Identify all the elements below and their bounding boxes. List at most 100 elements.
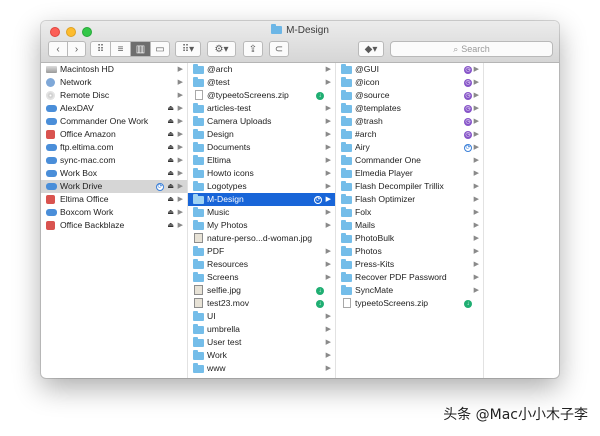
sidebar-item-boxcom-work[interactable]: Boxcom Work ⏏ ▶	[41, 206, 187, 219]
eject-icon[interactable]: ⏏	[167, 180, 174, 193]
list-item-icon[interactable]: @icon ◷ ▶	[336, 76, 483, 89]
list-item-resources[interactable]: Resources ▶	[188, 258, 335, 271]
eject-icon[interactable]: ⏏	[167, 128, 174, 141]
list-item-ui[interactable]: UI ▶	[188, 310, 335, 323]
list-item-airy[interactable]: Airy ⟳ ▶	[336, 141, 483, 154]
list-item-source[interactable]: @source ◷ ▶	[336, 89, 483, 102]
action-button[interactable]: ⚙▾	[207, 41, 236, 57]
app-icon	[46, 221, 55, 230]
list-item-recover-pdf-password[interactable]: Recover PDF Password ▶	[336, 271, 483, 284]
list-item-trash[interactable]: @trash ◷ ▶	[336, 115, 483, 128]
eject-icon[interactable]: ⏏	[167, 102, 174, 115]
list-item-www[interactable]: www ▶	[188, 362, 335, 375]
download-status-icon: ↓	[464, 299, 472, 308]
sidebar-item-remote-disc[interactable]: Remote Disc ▶	[41, 89, 187, 102]
list-view-button[interactable]: ≡	[110, 41, 130, 57]
icon-view-button[interactable]: ⠿	[90, 41, 110, 57]
sidebar-item-commander-one-work[interactable]: Commander One Work ⏏ ▶	[41, 115, 187, 128]
eject-icon[interactable]: ⏏	[167, 141, 174, 154]
sidebar-item-ftp-eltima-com[interactable]: ftp.eltima.com ⏏ ▶	[41, 141, 187, 154]
list-item-music[interactable]: Music ▶	[188, 206, 335, 219]
sidebar-item-macintosh-hd[interactable]: Macintosh HD ▶	[41, 63, 187, 76]
list-item-gui[interactable]: @GUI ◷ ▶	[336, 63, 483, 76]
eject-icon[interactable]: ⏏	[167, 154, 174, 167]
share-button[interactable]: ⇪	[243, 41, 263, 57]
list-item-howto-icons[interactable]: Howto icons ▶	[188, 167, 335, 180]
folder-icon	[341, 259, 352, 269]
sidebar-item-alexdav[interactable]: AlexDAV ⏏ ▶	[41, 102, 187, 115]
list-item-typeetoscreens-zip[interactable]: @typeetoScreens.zip ↓	[188, 89, 335, 102]
disclosure-arrow-icon: ▶	[177, 196, 183, 203]
sidebar-item-work-box[interactable]: Work Box ⏏ ▶	[41, 167, 187, 180]
list-item-commander-one[interactable]: Commander One ▶	[336, 154, 483, 167]
folder-icon	[341, 168, 352, 178]
disclosure-arrow-icon: ▶	[177, 157, 183, 164]
list-item-design[interactable]: Design ▶	[188, 128, 335, 141]
list-item-test[interactable]: @test ▶	[188, 76, 335, 89]
list-item-selfie-jpg[interactable]: selfie.jpg ↓	[188, 284, 335, 297]
item-label: UI	[207, 311, 216, 321]
sidebar-item-eltima-office[interactable]: Eltima Office ⏏ ▶	[41, 193, 187, 206]
sidebar-item-office-amazon[interactable]: Office Amazon ⏏ ▶	[41, 128, 187, 141]
tags-button[interactable]: ⊂	[269, 41, 289, 57]
folder-icon	[341, 64, 352, 74]
list-item-camera-uploads[interactable]: Camera Uploads ▶	[188, 115, 335, 128]
list-item-logotypes[interactable]: Logotypes ▶	[188, 180, 335, 193]
back-button[interactable]: ‹	[48, 41, 67, 57]
sidebar-item-work-drive[interactable]: Work Drive ⏏ ⟳ ▶	[41, 180, 187, 193]
watermark: 头条 @Mac小小木子李	[443, 407, 588, 423]
list-item-umbrella[interactable]: umbrella ▶	[188, 323, 335, 336]
folder-icon	[193, 64, 204, 74]
list-item-work[interactable]: Work ▶	[188, 349, 335, 362]
disclosure-arrow-icon: ▶	[177, 118, 183, 125]
list-item-nature-perso-d-woman-jpg[interactable]: nature-perso...d-woman.jpg	[188, 232, 335, 245]
item-label: Press-Kits	[355, 259, 395, 269]
list-item-flash-optimizer[interactable]: Flash Optimizer ▶	[336, 193, 483, 206]
eject-icon[interactable]: ⏏	[167, 219, 174, 232]
forward-button[interactable]: ›	[67, 41, 86, 57]
eject-icon[interactable]: ⏏	[167, 193, 174, 206]
disclosure-arrow-icon: ▶	[473, 287, 479, 294]
list-item-m-design[interactable]: M-Design ⟳ ▶	[188, 193, 335, 206]
list-item-arch[interactable]: #arch ◷ ▶	[336, 128, 483, 141]
eject-icon[interactable]: ⏏	[167, 167, 174, 180]
sidebar-item-network[interactable]: Network ▶	[41, 76, 187, 89]
list-item-eltima[interactable]: Eltima ▶	[188, 154, 335, 167]
disclosure-arrow-icon: ▶	[325, 248, 331, 255]
list-item-photobulk[interactable]: PhotoBulk ▶	[336, 232, 483, 245]
list-item-mails[interactable]: Mails ▶	[336, 219, 483, 232]
item-label: Airy	[355, 142, 370, 152]
arrange-button[interactable]: ⠿▾	[175, 41, 201, 57]
list-item-my-photos[interactable]: My Photos ▶	[188, 219, 335, 232]
list-item-arch[interactable]: @arch ▶	[188, 63, 335, 76]
list-item-flash-decompiler-trillix[interactable]: Flash Decompiler Trillix ▶	[336, 180, 483, 193]
eject-icon[interactable]: ⏏	[167, 206, 174, 219]
column-view-button[interactable]: ▥	[130, 41, 150, 57]
disclosure-arrow-icon: ▶	[177, 183, 183, 190]
list-item-test23-mov[interactable]: test23.mov ↓	[188, 297, 335, 310]
disclosure-arrow-icon: ▶	[473, 79, 479, 86]
list-item-press-kits[interactable]: Press-Kits ▶	[336, 258, 483, 271]
cover-flow-button[interactable]: ▭	[150, 41, 170, 57]
search-field[interactable]: ⌕ Search	[390, 41, 553, 57]
item-label: Howto icons	[207, 168, 254, 178]
list-item-photos[interactable]: Photos ▶	[336, 245, 483, 258]
column-browser: Macintosh HD ▶ Network ▶ Remote Disc ▶ AlexDAV…	[41, 63, 559, 378]
list-item-articles-test[interactable]: articles-test ▶	[188, 102, 335, 115]
list-item-typeetoscreens-zip[interactable]: typeetoScreens.zip ↓	[336, 297, 483, 310]
list-item-syncmate[interactable]: SyncMate ▶	[336, 284, 483, 297]
list-item-screens[interactable]: Screens ▶	[188, 271, 335, 284]
dropbox-button[interactable]: ◆▾	[358, 41, 384, 57]
list-item-pdf[interactable]: PDF ▶	[188, 245, 335, 258]
disclosure-arrow-icon: ▶	[473, 118, 479, 125]
list-item-folx[interactable]: Folx ▶	[336, 206, 483, 219]
list-item-templates[interactable]: @templates ◷ ▶	[336, 102, 483, 115]
list-item-documents[interactable]: Documents ▶	[188, 141, 335, 154]
list-item-user-test[interactable]: User test ▶	[188, 336, 335, 349]
eject-icon[interactable]: ⏏	[167, 115, 174, 128]
sidebar-item-office-backblaze[interactable]: Office Backblaze ⏏ ▶	[41, 219, 187, 232]
disclosure-arrow-icon: ▶	[325, 313, 331, 320]
sidebar-item-sync-mac-com[interactable]: sync-mac.com ⏏ ▶	[41, 154, 187, 167]
item-label: selfie.jpg	[207, 285, 241, 295]
list-item-elmedia-player[interactable]: Elmedia Player ▶	[336, 167, 483, 180]
